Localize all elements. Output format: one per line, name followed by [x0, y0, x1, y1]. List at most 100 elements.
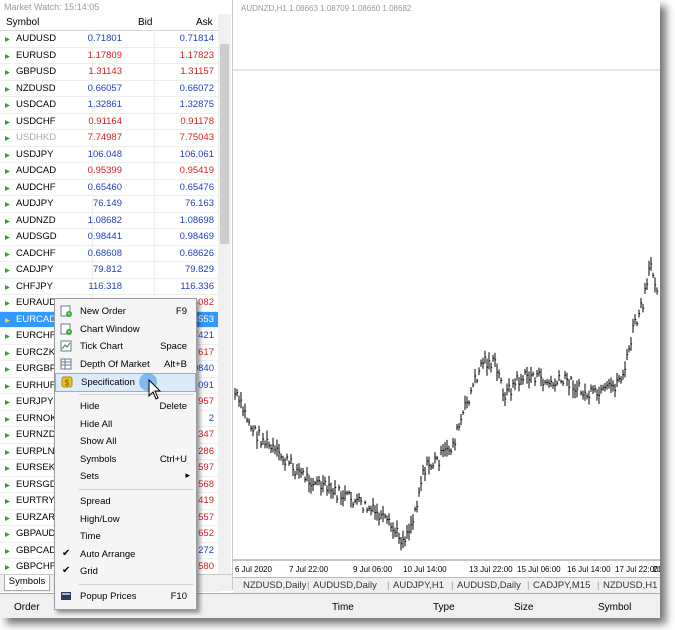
symbol-arrow-icon	[4, 382, 11, 389]
chart-tab-bar: NZDUSD,Daily | AUDUSD,Daily | AUDJPY,H1 | AUDU…	[233, 577, 660, 594]
table-row[interactable]: AUDJPY 76.149 76.163	[0, 196, 218, 213]
symbol-arrow-icon	[4, 431, 11, 438]
symbol-name: EURUSD	[16, 49, 57, 61]
ask-price: 0.65476	[179, 181, 214, 193]
symbol-name: EURSEK	[16, 462, 56, 473]
symbol-name: EURSGD	[16, 478, 57, 490]
menu-item-time[interactable]: Time	[55, 528, 196, 545]
tab-divider: |	[597, 580, 600, 591]
table-row[interactable]: USDCHF 0.91164 0.91178	[0, 113, 218, 130]
column-symbol[interactable]: Symbol	[6, 17, 39, 28]
ask-price: 617	[198, 346, 214, 358]
context-menu: + New Order F9 + Chart Window Tick Chart Space…	[54, 298, 197, 610]
menu-item-new-order[interactable]: + New Order F9	[55, 303, 196, 320]
table-row[interactable]: USDCAD 1.32861 1.32875	[0, 97, 218, 114]
specification-icon: $	[61, 376, 73, 388]
table-row[interactable]: GBPUSD 1.31143 1.31157	[0, 64, 218, 81]
table-row[interactable]: AUDCHF 0.65460 0.65476	[0, 179, 218, 196]
menu-item-hide[interactable]: Hide Delete	[55, 398, 196, 415]
bid-price: 116.318	[88, 280, 122, 292]
symbol-arrow-icon	[4, 68, 11, 75]
symbol-name: EURPLN	[16, 445, 55, 457]
tab-divider: |	[387, 580, 390, 591]
chart-tab[interactable]: NZDUSD,Daily	[243, 580, 306, 591]
bid-price: 0.66057	[87, 82, 122, 94]
symbol-name: USDCAD	[16, 99, 57, 110]
price-chart[interactable]: AUDNZD,H1 1.08663 1.08709 1.08660 1.0868…	[233, 0, 660, 577]
table-row[interactable]: NZDUSD 0.66057 0.66072	[0, 80, 218, 97]
symbol-arrow-icon	[4, 415, 11, 422]
grid-line	[154, 229, 155, 245]
column-ask[interactable]: Ask	[196, 17, 213, 28]
grid-line	[154, 64, 155, 80]
chart-tab[interactable]: AUDUSD,Daily	[313, 580, 377, 591]
symbol-arrow-icon	[4, 316, 11, 323]
menu-item-sets[interactable]: Sets ▸	[55, 468, 196, 485]
menu-item-label: Tick Chart	[80, 341, 123, 353]
menu-item-auto-arrange[interactable]: ✔ Auto Arrange	[55, 546, 196, 563]
menu-item-spread[interactable]: Spread	[55, 493, 196, 510]
tab-symbols[interactable]: Symbols	[4, 575, 50, 591]
column-type[interactable]: Type	[433, 602, 455, 613]
bid-price: 1.17809	[87, 49, 122, 61]
chart-tab[interactable]: NZDUSD,H1	[603, 580, 657, 591]
table-row[interactable]: CHFJPY 116.318 116.336	[0, 278, 218, 295]
menu-item-label: Time	[80, 531, 101, 543]
symbol-name: EURGBP	[16, 363, 57, 374]
bid-price: 0.95399	[87, 165, 122, 176]
menu-item-tick-chart[interactable]: Tick Chart Space	[55, 338, 196, 355]
market-watch-scrollbar[interactable]	[218, 14, 231, 574]
menu-item-grid[interactable]: ✔ Grid	[55, 563, 196, 580]
menu-item-shortcut: Space	[160, 341, 187, 353]
column-bid[interactable]: Bid	[138, 17, 152, 28]
table-row[interactable]: EURUSD 1.17809 1.17823	[0, 47, 218, 64]
menu-item-show-all[interactable]: Show All	[55, 433, 196, 450]
table-row[interactable]: CADJPY 79.812 79.829	[0, 262, 218, 279]
table-row[interactable]: USDHKD 7.74987 7.75043	[0, 130, 218, 147]
symbol-name: EURCHF	[16, 330, 56, 341]
column-order[interactable]: Order	[14, 602, 40, 613]
column-size[interactable]: Size	[514, 602, 533, 613]
symbol-arrow-icon	[4, 266, 11, 273]
popup-prices-icon	[60, 590, 72, 602]
time-axis-label: 10 Jul 14:00	[403, 565, 447, 574]
symbol-name: EURCAD	[16, 313, 57, 325]
menu-item-popup-prices[interactable]: Popup Prices F10	[55, 588, 196, 605]
menu-item-depth-of-market[interactable]: Depth Of Market Alt+B	[55, 356, 196, 373]
chart-tab[interactable]: CADJPY,M15	[533, 580, 590, 591]
ask-price: 419	[198, 495, 214, 506]
menu-item-label: High/Low	[80, 513, 120, 525]
ask-price: 0.68626	[179, 247, 214, 259]
symbol-arrow-icon	[4, 481, 11, 488]
menu-item-chart-window[interactable]: + Chart Window	[55, 321, 196, 338]
table-row[interactable]: AUDCAD 0.95399 0.95419	[0, 163, 218, 180]
bid-price: 1.31143	[88, 66, 122, 77]
svg-text:+: +	[67, 312, 71, 317]
menu-item-high-low[interactable]: High/Low	[55, 511, 196, 528]
chart-tab[interactable]: AUDJPY,H1	[393, 580, 444, 591]
chart-tab[interactable]: AUDUSD,Daily	[457, 580, 521, 591]
symbol-arrow-icon	[4, 167, 11, 174]
table-row[interactable]: AUDNZD 1.08682 1.08698	[0, 212, 218, 229]
table-row[interactable]: CADCHF 0.68608 0.68626	[0, 245, 218, 262]
menu-item-hide-all[interactable]: Hide All	[55, 416, 196, 433]
time-axis-label: 6 Jul 2020	[235, 565, 272, 574]
svg-text:+: +	[67, 330, 71, 335]
table-row[interactable]: USDJPY 106.048 106.061	[0, 146, 218, 163]
menu-item-specification[interactable]: $ Specification	[55, 373, 196, 393]
symbol-arrow-icon	[4, 448, 11, 455]
symbol-arrow-icon	[4, 398, 11, 405]
table-row[interactable]: AUDUSD 0.71801 0.71814	[0, 31, 218, 48]
bid-price: 1.08682	[87, 214, 122, 226]
symbol-arrow-icon	[4, 530, 11, 537]
ask-price: 0.95419	[179, 165, 214, 176]
symbol-arrow-icon	[4, 35, 11, 42]
menu-item-symbols[interactable]: Symbols Ctrl+U	[55, 451, 196, 468]
scrollbar-thumb[interactable]	[220, 44, 229, 244]
chart-canvas: 6 Jul 2020 7 Jul 22:00 9 Jul 06:00 10 Jul 1…	[233, 69, 660, 574]
column-symbol-bottom[interactable]: Symbol	[598, 602, 631, 613]
table-row[interactable]: AUDSGD 0.98441 0.98469	[0, 229, 218, 246]
column-time[interactable]: Time	[332, 602, 354, 613]
symbol-name: USDJPY	[16, 148, 54, 160]
svg-text:$: $	[65, 379, 70, 388]
